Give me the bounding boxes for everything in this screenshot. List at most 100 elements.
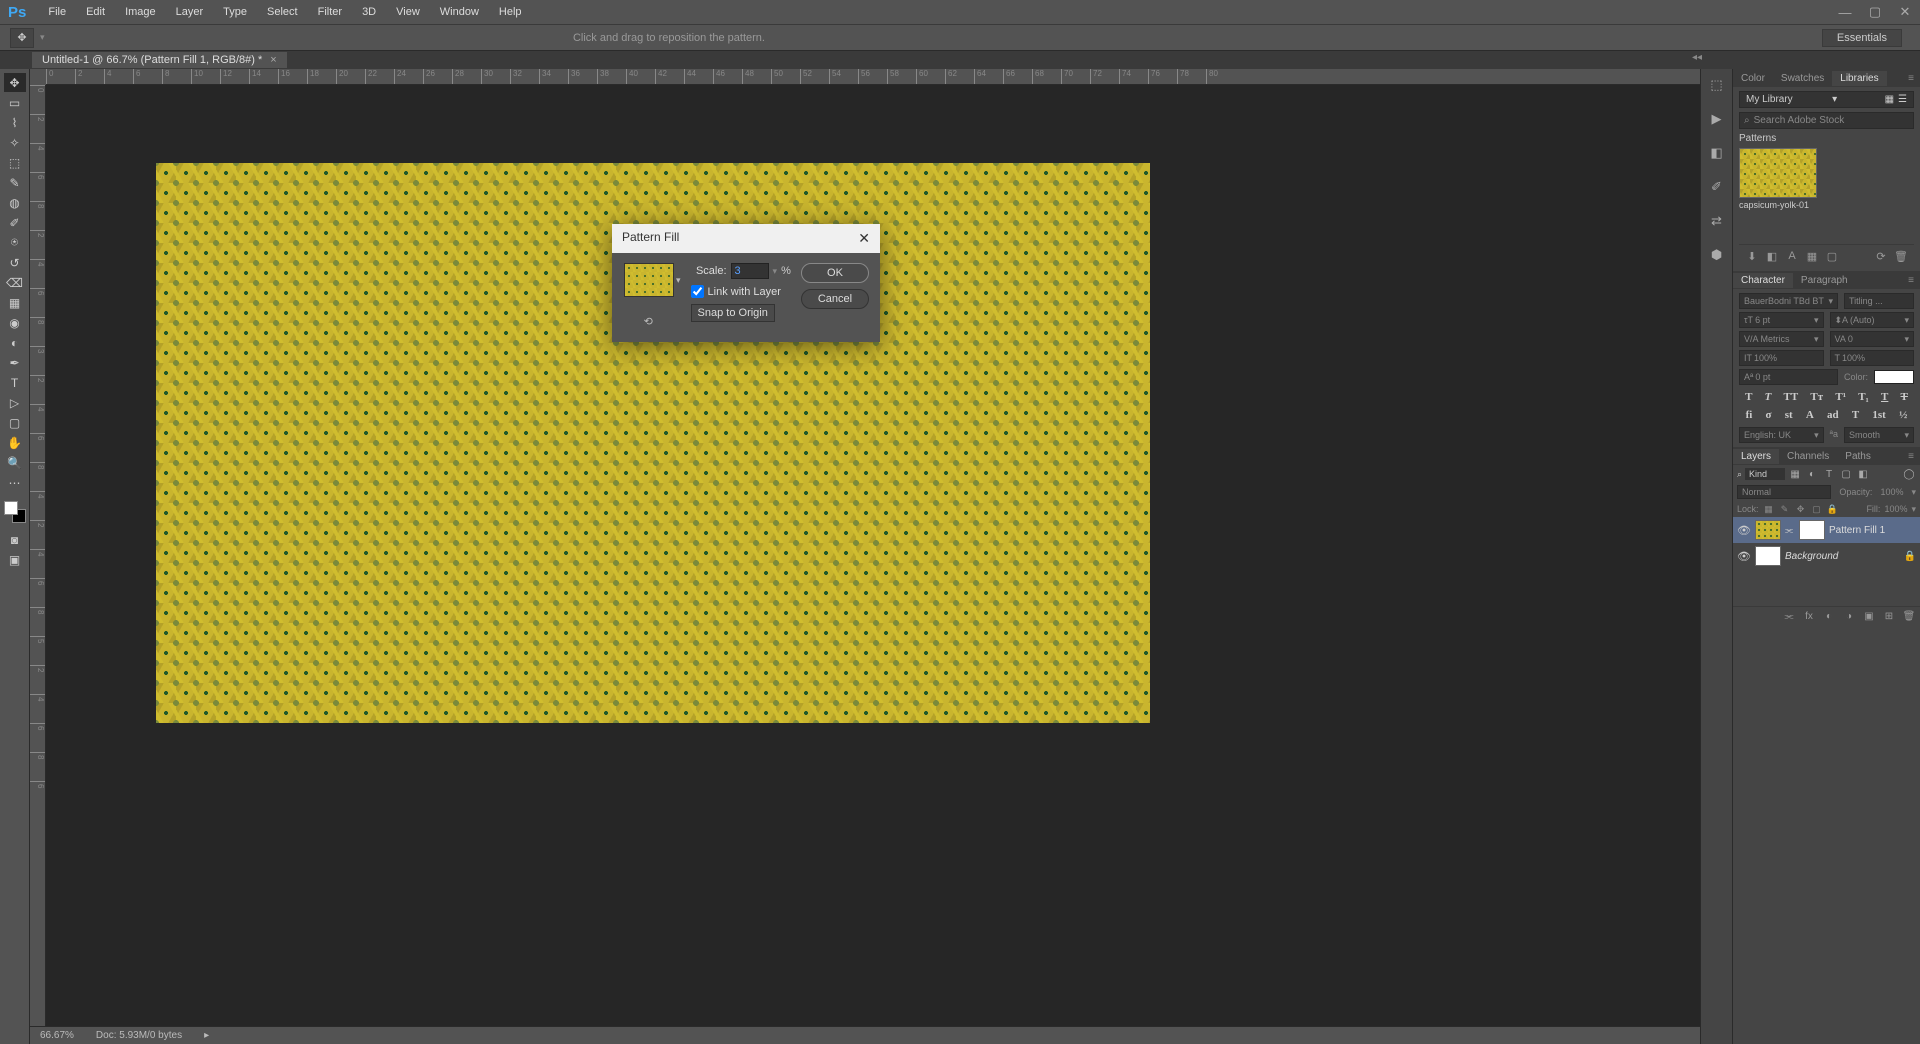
filter-type-icon[interactable]: T [1822, 467, 1836, 481]
tab-character[interactable]: Character [1733, 273, 1793, 288]
zoom-level[interactable]: 66.67% [40, 1030, 74, 1041]
filter-kind-dropdown[interactable]: Kind [1745, 468, 1785, 480]
pattern-picker-dropdown-icon[interactable]: ▾ [676, 275, 681, 286]
menu-layer[interactable]: Layer [166, 2, 214, 22]
pen-tool[interactable]: ✒ [4, 353, 26, 372]
layer-mask-thumb[interactable] [1799, 520, 1825, 540]
snap-to-origin-button[interactable]: Snap to Origin [691, 304, 775, 322]
ruler-origin[interactable] [30, 69, 46, 85]
tab-paths[interactable]: Paths [1837, 449, 1879, 464]
status-flyout-icon[interactable]: ▸ [204, 1030, 209, 1041]
tab-libraries[interactable]: Libraries [1832, 71, 1886, 86]
tab-color[interactable]: Color [1733, 71, 1773, 86]
scale-input[interactable] [731, 263, 769, 279]
menu-filter[interactable]: Filter [308, 2, 352, 22]
close-window-icon[interactable]: ✕ [1890, 0, 1920, 25]
superscript-icon[interactable]: T¹ [1835, 391, 1846, 403]
font-size-field[interactable]: τT6 pt▾ [1739, 312, 1824, 328]
3d-panel-icon[interactable]: ⬢ [1707, 245, 1727, 265]
marquee-tool[interactable]: ▭ [4, 93, 26, 112]
trash-icon[interactable]: 🗑 [1894, 249, 1908, 263]
hscale-field[interactable]: T100% [1830, 350, 1915, 366]
language-field[interactable]: English: UK▾ [1739, 427, 1824, 443]
add-graphic-icon[interactable]: ⬇ [1745, 249, 1759, 263]
font-family-field[interactable]: BauerBodni TBd BT▾ [1739, 293, 1838, 309]
visibility-icon[interactable]: 👁 [1737, 524, 1751, 537]
filter-shape-icon[interactable]: ▢ [1839, 467, 1853, 481]
menu-image[interactable]: Image [115, 2, 166, 22]
library-dropdown[interactable]: My Library ▾ ▦ ☰ [1739, 91, 1914, 108]
text-color-swatch[interactable] [1874, 370, 1914, 384]
layer-thumb[interactable] [1755, 546, 1781, 566]
actions-panel-icon[interactable]: ▶ [1707, 109, 1727, 129]
visibility-icon[interactable]: 👁 [1737, 550, 1751, 563]
edit-toolbar-icon[interactable]: ⋯ [4, 473, 26, 492]
layer-mask-icon[interactable]: ◐ [1822, 609, 1836, 623]
zoom-tool[interactable]: 🔍 [4, 453, 26, 472]
italic-icon[interactable]: T [1765, 391, 1772, 403]
menu-file[interactable]: File [38, 2, 76, 22]
close-icon[interactable]: ✕ [858, 230, 870, 247]
layer-fx-icon[interactable]: fx [1802, 609, 1816, 623]
document-tab[interactable]: Untitled-1 @ 66.7% (Pattern Fill 1, RGB/… [32, 52, 287, 68]
horizontal-ruler[interactable]: 0246810121416182022242628303234363840424… [46, 69, 1700, 85]
underline-icon[interactable]: T [1881, 391, 1888, 403]
blend-mode-dropdown[interactable]: Normal [1737, 485, 1831, 499]
library-asset-thumb[interactable] [1739, 148, 1817, 198]
clone-stamp-tool[interactable]: ⍟ [4, 233, 26, 252]
tab-swatches[interactable]: Swatches [1773, 71, 1832, 86]
strikethrough-icon[interactable]: T [1901, 391, 1908, 403]
opacity-value[interactable]: 100% [1880, 487, 1903, 497]
healing-brush-tool[interactable]: ◍ [4, 193, 26, 212]
tracking-field[interactable]: VA0▾ [1830, 331, 1915, 347]
workspace-switcher[interactable]: Essentials [1822, 29, 1902, 47]
adjustment-layer-icon[interactable]: ◑ [1842, 609, 1856, 623]
filter-pixel-icon[interactable]: ▦ [1788, 467, 1802, 481]
add-style-icon[interactable]: ◧ [1765, 249, 1779, 263]
vscale-field[interactable]: IT100% [1739, 350, 1824, 366]
link-with-layer-checkbox[interactable] [691, 285, 704, 298]
layer-name[interactable]: Pattern Fill 1 [1829, 525, 1885, 536]
scale-dropdown-icon[interactable]: ▾ [773, 266, 778, 277]
type-tool[interactable]: T [4, 373, 26, 392]
brush-tool[interactable]: ✐ [4, 213, 26, 232]
link-layers-icon[interactable]: ⫘ [1782, 609, 1796, 623]
eraser-tool[interactable]: ⌫ [4, 273, 26, 292]
menu-3d[interactable]: 3D [352, 2, 386, 22]
properties-panel-icon[interactable]: ◧ [1707, 143, 1727, 163]
tab-channels[interactable]: Channels [1779, 449, 1837, 464]
quick-mask-icon[interactable]: ◙ [4, 530, 26, 549]
panel-expand-icon[interactable]: ◂◂ [1692, 52, 1702, 63]
filter-smart-icon[interactable]: ◧ [1856, 467, 1870, 481]
move-tool[interactable]: ✥ [4, 73, 26, 92]
subscript-icon[interactable]: T₁ [1858, 391, 1869, 403]
menu-view[interactable]: View [386, 2, 430, 22]
foreground-color[interactable] [4, 501, 18, 515]
antialias-field[interactable]: Smooth▾ [1844, 427, 1914, 443]
layer-row-background[interactable]: 👁 Background 🔒 [1733, 543, 1920, 569]
allcaps-icon[interactable]: TT [1784, 391, 1799, 403]
fill-value[interactable]: 100% [1884, 504, 1907, 514]
filter-toggle-icon[interactable]: ◯ [1902, 467, 1916, 481]
pattern-preview[interactable] [624, 263, 674, 297]
font-style-field[interactable]: Titling ... [1844, 293, 1914, 309]
new-layer-icon[interactable]: ⊞ [1882, 609, 1896, 623]
path-select-tool[interactable]: ▷ [4, 393, 26, 412]
panel-menu-icon[interactable]: ≡ [1902, 73, 1920, 84]
adjustments-panel-icon[interactable]: ⇄ [1707, 211, 1727, 231]
gradient-tool[interactable]: ▦ [4, 293, 26, 312]
lock-artboard-icon[interactable]: ▢ [1811, 503, 1823, 515]
list-view-icon[interactable]: ☰ [1898, 94, 1907, 105]
vertical-ruler[interactable]: 0246824683246842468524686 [30, 85, 46, 1044]
grid-view-icon[interactable]: ▦ [1885, 94, 1894, 105]
ligatures-icon[interactable]: fi [1746, 409, 1753, 421]
move-tool-icon[interactable]: ✥ [10, 28, 34, 48]
rectangle-tool[interactable]: ▢ [4, 413, 26, 432]
smallcaps-icon[interactable]: Tᴛ [1810, 391, 1823, 403]
eyedropper-tool[interactable]: ✎ [4, 173, 26, 192]
add-char-style-icon[interactable]: A [1785, 249, 1799, 263]
menu-edit[interactable]: Edit [76, 2, 115, 22]
history-brush-tool[interactable]: ↺ [4, 253, 26, 272]
layer-row-pattern-fill[interactable]: 👁 ⫘ Pattern Fill 1 [1733, 517, 1920, 543]
chevron-down-icon[interactable]: ▾ [40, 32, 45, 43]
